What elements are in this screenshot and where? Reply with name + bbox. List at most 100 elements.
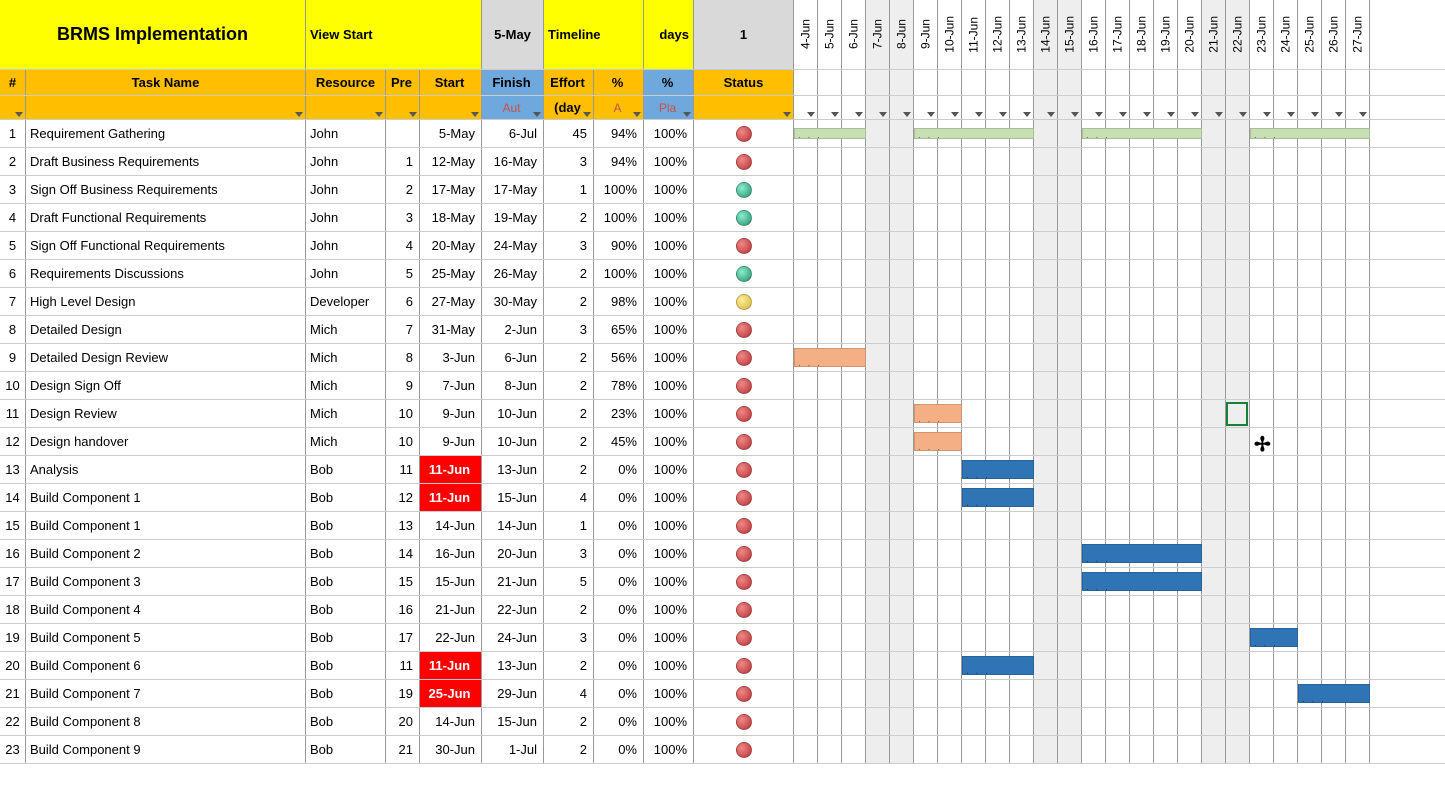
start-date[interactable]: 25-May [420,260,482,287]
effort-days[interactable]: 2 [544,204,594,231]
gantt-cell[interactable] [890,708,914,735]
gantt-cell[interactable] [1154,680,1178,707]
gantt-cell[interactable] [1010,372,1034,399]
gantt-cell[interactable] [1106,316,1130,343]
effort-days[interactable]: 3 [544,148,594,175]
gantt-cell[interactable] [1106,736,1130,763]
gantt-cell[interactable] [866,204,890,231]
gantt-cell[interactable] [1226,652,1250,679]
gantt-cell[interactable] [1322,624,1346,651]
date-filter[interactable] [1226,96,1250,119]
gantt-cell[interactable] [1202,456,1226,483]
gantt-cell[interactable] [1226,484,1250,511]
gantt-cell[interactable] [1106,260,1130,287]
date-filter[interactable] [890,96,914,119]
gantt-cell[interactable] [1106,232,1130,259]
gantt-cell[interactable] [1178,456,1202,483]
finish-date[interactable]: 13-Jun [482,652,544,679]
gantt-bar[interactable] [1250,128,1370,139]
finish-date[interactable]: 8-Jun [482,372,544,399]
gantt-cell[interactable] [938,456,962,483]
gantt-cell[interactable] [1322,288,1346,315]
date-filter[interactable] [1106,96,1130,119]
date-filter[interactable] [1298,96,1322,119]
gantt-cell[interactable] [1106,456,1130,483]
gantt-bar[interactable] [962,488,1034,507]
gantt-cell[interactable] [1082,372,1106,399]
gantt-cell[interactable] [1298,708,1322,735]
gantt-cell[interactable] [1178,708,1202,735]
gantt-cell[interactable] [1226,204,1250,231]
pct-plan[interactable]: 100% [644,148,694,175]
date-filter[interactable] [1178,96,1202,119]
gantt-cell[interactable] [962,624,986,651]
start-date[interactable]: 3-Jun [420,344,482,371]
gantt-cell[interactable] [914,288,938,315]
effort-days[interactable]: 3 [544,232,594,259]
start-date[interactable]: 22-Jun [420,624,482,651]
date-filter[interactable] [1274,96,1298,119]
gantt-cell[interactable] [794,736,818,763]
gantt-cell[interactable] [914,708,938,735]
gantt-cell[interactable] [1346,736,1370,763]
gantt-cell[interactable] [842,624,866,651]
gantt-cell[interactable] [1058,344,1082,371]
gantt-cell[interactable] [1250,456,1274,483]
gantt-cell[interactable] [1322,736,1346,763]
gantt-cell[interactable] [890,260,914,287]
gantt-cell[interactable] [1298,260,1322,287]
gantt-cell[interactable] [794,372,818,399]
gantt-cell[interactable] [1298,652,1322,679]
gantt-cell[interactable] [818,624,842,651]
gantt-cell[interactable] [1130,428,1154,455]
gantt-cell[interactable] [1202,428,1226,455]
effort-days[interactable]: 2 [544,288,594,315]
gantt-cell[interactable] [1058,708,1082,735]
gantt-cell[interactable] [1058,456,1082,483]
gantt-cell[interactable] [1322,484,1346,511]
start-date[interactable]: 21-Jun [420,596,482,623]
filter-dropdown-icon[interactable] [1191,112,1199,117]
gantt-cell[interactable] [1178,736,1202,763]
gantt-cell[interactable] [1010,512,1034,539]
gantt-cell[interactable] [1130,484,1154,511]
filter-dropdown-icon[interactable] [1119,112,1127,117]
gantt-cell[interactable] [842,204,866,231]
gantt-cell[interactable] [1226,456,1250,483]
gantt-cell[interactable] [962,512,986,539]
gantt-cell[interactable] [1250,568,1274,595]
gantt-cell[interactable] [1226,428,1250,455]
predecessor[interactable]: 4 [386,232,420,259]
gantt-cell[interactable] [1178,204,1202,231]
gantt-cell[interactable] [1226,232,1250,259]
gantt-cell[interactable] [794,176,818,203]
gantt-cell[interactable] [1058,512,1082,539]
gantt-cell[interactable] [1226,372,1250,399]
gantt-cell[interactable] [794,624,818,651]
gantt-cell[interactable] [1130,596,1154,623]
col-status-filter[interactable] [694,96,794,119]
gantt-cell[interactable] [1298,372,1322,399]
gantt-cell[interactable] [914,680,938,707]
gantt-cell[interactable] [1130,372,1154,399]
gantt-cell[interactable] [1202,372,1226,399]
gantt-cell[interactable] [1202,344,1226,371]
gantt-cell[interactable] [1058,288,1082,315]
effort-days[interactable]: 5 [544,568,594,595]
gantt-cell[interactable] [818,652,842,679]
gantt-cell[interactable] [794,512,818,539]
finish-date[interactable]: 17-May [482,176,544,203]
task-name[interactable]: Requirements Discussions [26,260,306,287]
predecessor[interactable]: 10 [386,428,420,455]
gantt-cell[interactable] [1010,232,1034,259]
resource-name[interactable]: Bob [306,680,386,707]
gantt-cell[interactable] [962,736,986,763]
gantt-cell[interactable] [1130,260,1154,287]
task-name[interactable]: Build Component 5 [26,624,306,651]
gantt-cell[interactable] [1154,428,1178,455]
gantt-cell[interactable] [818,512,842,539]
pct-plan[interactable]: 100% [644,624,694,651]
gantt-cell[interactable] [1034,736,1058,763]
gantt-cell[interactable] [1082,456,1106,483]
finish-date[interactable]: 15-Jun [482,484,544,511]
